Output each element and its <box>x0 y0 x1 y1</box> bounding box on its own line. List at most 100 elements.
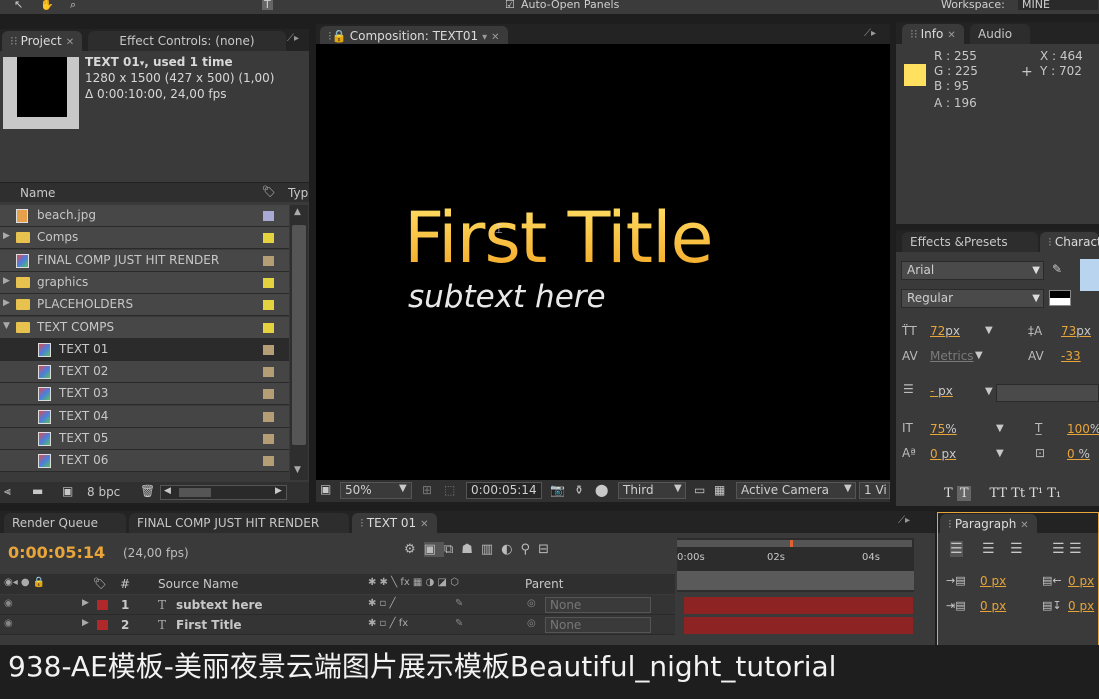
label-color-swatch[interactable] <box>263 255 274 266</box>
new-comp-icon[interactable]: ▣ <box>62 484 73 498</box>
first-line-indent-value[interactable]: 0 px <box>980 599 1006 613</box>
fill-color-swatch[interactable] <box>1080 259 1099 291</box>
3d-layer-icon[interactable]: ✎ <box>455 618 463 629</box>
list-item[interactable]: ▼ TEXT COMPS <box>0 316 289 339</box>
always-preview-icon[interactable]: ▣ <box>320 482 331 496</box>
expand-icon[interactable]: ▶ <box>3 231 10 241</box>
show-snapshot-icon[interactable]: ⚱ <box>574 483 584 497</box>
tracking-value[interactable]: -33 <box>1061 349 1081 363</box>
tab-character[interactable]: ⁝Characte <box>1040 232 1099 252</box>
justify-icon[interactable]: ☰ ☰ <box>1052 541 1082 557</box>
scrollbar-thumb[interactable] <box>292 225 306 445</box>
stroke-color-swatch[interactable] <box>1049 290 1071 306</box>
live-update-icon[interactable]: ▣ <box>423 542 444 557</box>
parent-dropdown[interactable]: None <box>545 597 651 613</box>
list-item[interactable]: TEXT 05 <box>0 428 289 450</box>
trash-icon[interactable]: 🗑 <box>140 484 155 498</box>
new-folder-icon[interactable]: ▬ <box>32 484 43 498</box>
panel-menu-icon[interactable]: ⟋▸ <box>287 33 299 44</box>
hand-tool-icon[interactable]: ✋ <box>40 0 54 10</box>
layer-bar-2[interactable] <box>684 617 913 634</box>
align-center-icon[interactable]: ☰ <box>982 541 995 557</box>
draft-3d-icon[interactable]: ⧉ <box>444 542 461 557</box>
all-caps-icon[interactable]: TT Tt T¹ T₁ <box>989 486 1061 501</box>
eye-icon[interactable]: ◉ <box>4 598 13 609</box>
cti-area[interactable] <box>677 571 914 590</box>
3d-layer-icon[interactable]: ✎ <box>455 598 463 609</box>
channel-icon[interactable]: ⬤ <box>595 483 608 497</box>
column-name[interactable]: Name <box>20 186 55 200</box>
tsume-value[interactable]: 0 % <box>1067 447 1090 461</box>
tab-info[interactable]: ⁝⁝ Info ✕ <box>902 24 964 44</box>
close-icon[interactable]: ✕ <box>947 26 955 46</box>
layer-bar-1[interactable] <box>684 597 913 614</box>
region-of-interest-icon[interactable]: ▭ <box>694 483 705 497</box>
list-item[interactable]: ▶ PLACEHOLDERS <box>0 294 289 317</box>
leading-value[interactable]: 73px <box>1061 324 1091 338</box>
vertical-scale-arrow-icon[interactable]: ▼ <box>996 423 1004 434</box>
current-time-marker[interactable] <box>790 540 793 547</box>
align-right-icon[interactable]: ☰ <box>1010 541 1023 557</box>
label-color-swatch[interactable] <box>263 389 274 400</box>
faux-bold-icon[interactable]: T <box>944 486 957 501</box>
selection-tool-icon[interactable]: ↖ <box>14 0 23 10</box>
label-color-swatch[interactable] <box>97 600 108 610</box>
space-before-value[interactable]: 0 px <box>1068 599 1094 613</box>
tab-composition[interactable]: ⁝🔒 Composition: TEXT01 ▾ ✕ <box>320 26 508 46</box>
safe-zones-icon[interactable]: ⊞ <box>422 483 432 497</box>
font-family-dropdown[interactable]: Arial ▼ <box>901 261 1044 280</box>
tab-paragraph[interactable]: ⁝ Paragraph ✕ <box>940 514 1037 534</box>
expand-open-icon[interactable]: ▼ <box>3 321 10 331</box>
kerning-arrow-icon[interactable]: ▼ <box>975 350 983 361</box>
expand-icon[interactable]: ▶ <box>82 598 89 608</box>
list-item[interactable]: TEXT 03 <box>0 383 289 406</box>
auto-open-checkbox[interactable]: ☑ <box>505 0 515 10</box>
column-parent[interactable]: Parent <box>525 577 563 591</box>
snapshot-icon[interactable]: 📷 <box>550 483 565 497</box>
camera-dropdown[interactable]: Active Camera <box>736 482 856 499</box>
label-color-swatch[interactable] <box>263 456 274 467</box>
scroll-up-icon[interactable]: ▲ <box>294 207 301 217</box>
work-area-bar[interactable] <box>677 540 912 547</box>
pickwhip-icon[interactable]: ◎ <box>527 618 536 629</box>
camera-arrow-icon[interactable]: ▼ <box>844 483 852 494</box>
eye-icon[interactable]: ◉ <box>4 618 13 629</box>
bpc-label[interactable]: 8 bpc <box>87 485 120 499</box>
tab-effects-presets[interactable]: Effects &Presets <box>902 232 1038 252</box>
tab-audio[interactable]: Audio <box>970 24 1030 44</box>
motion-blur-icon[interactable]: ◐ <box>501 542 520 557</box>
workspace-dropdown[interactable]: MINE <box>1018 0 1098 10</box>
scroll-right-icon[interactable]: ▶ <box>275 486 282 496</box>
hscroll-thumb[interactable] <box>179 488 211 497</box>
zoom-tool-icon[interactable]: ⌕ <box>70 0 76 10</box>
list-item[interactable]: ▶ graphics <box>0 271 289 294</box>
label-color-swatch[interactable] <box>263 322 274 333</box>
resolution-arrow-icon[interactable]: ▼ <box>674 483 682 494</box>
comp-subtext[interactable]: subtext here <box>408 279 606 315</box>
tab-project[interactable]: ⁝⁝ Project ✕ <box>2 31 83 51</box>
comp-title-text[interactable]: First Title <box>404 196 714 280</box>
tab-effect-controls[interactable]: Effect Controls: (none) <box>88 31 286 51</box>
label-color-swatch[interactable] <box>263 300 274 311</box>
zoom-arrow-icon[interactable]: ▼ <box>399 483 407 494</box>
stroke-width-arrow-icon[interactable]: ▼ <box>985 386 993 397</box>
list-item[interactable]: TEXT 06 <box>0 450 289 473</box>
label-column-icon[interactable]: 🏷 <box>93 577 107 590</box>
list-item[interactable]: TEXT 04 <box>0 405 289 428</box>
indent-left-value[interactable]: 0 px <box>980 574 1006 588</box>
column-source-name[interactable]: Source Name <box>158 577 238 591</box>
frame-blending-icon[interactable]: ▥ <box>481 542 501 557</box>
layer-switches[interactable]: ✱ ▫ ╱ fx <box>368 618 408 629</box>
expand-icon[interactable]: ▶ <box>82 618 89 628</box>
table-row[interactable]: ◉ ▶ 1 Tsubtext here ✱ ▫ ╱ ✎ ◎ None <box>0 595 675 615</box>
layer-name[interactable]: First Title <box>176 618 242 632</box>
parent-dropdown[interactable]: None <box>545 617 651 633</box>
vertical-scale-value[interactable]: 75% <box>930 422 957 436</box>
expand-icon[interactable]: ▶ <box>3 298 10 308</box>
font-size-arrow-icon[interactable]: ▼ <box>985 325 993 336</box>
views-dropdown[interactable]: 1 Vi <box>859 482 890 499</box>
lock-icon[interactable]: ⁝🔒 <box>328 29 347 43</box>
type-tool-icon[interactable]: T <box>262 0 273 10</box>
label-color-swatch[interactable] <box>97 620 108 630</box>
mask-visibility-icon[interactable]: ⬚ <box>444 483 455 497</box>
